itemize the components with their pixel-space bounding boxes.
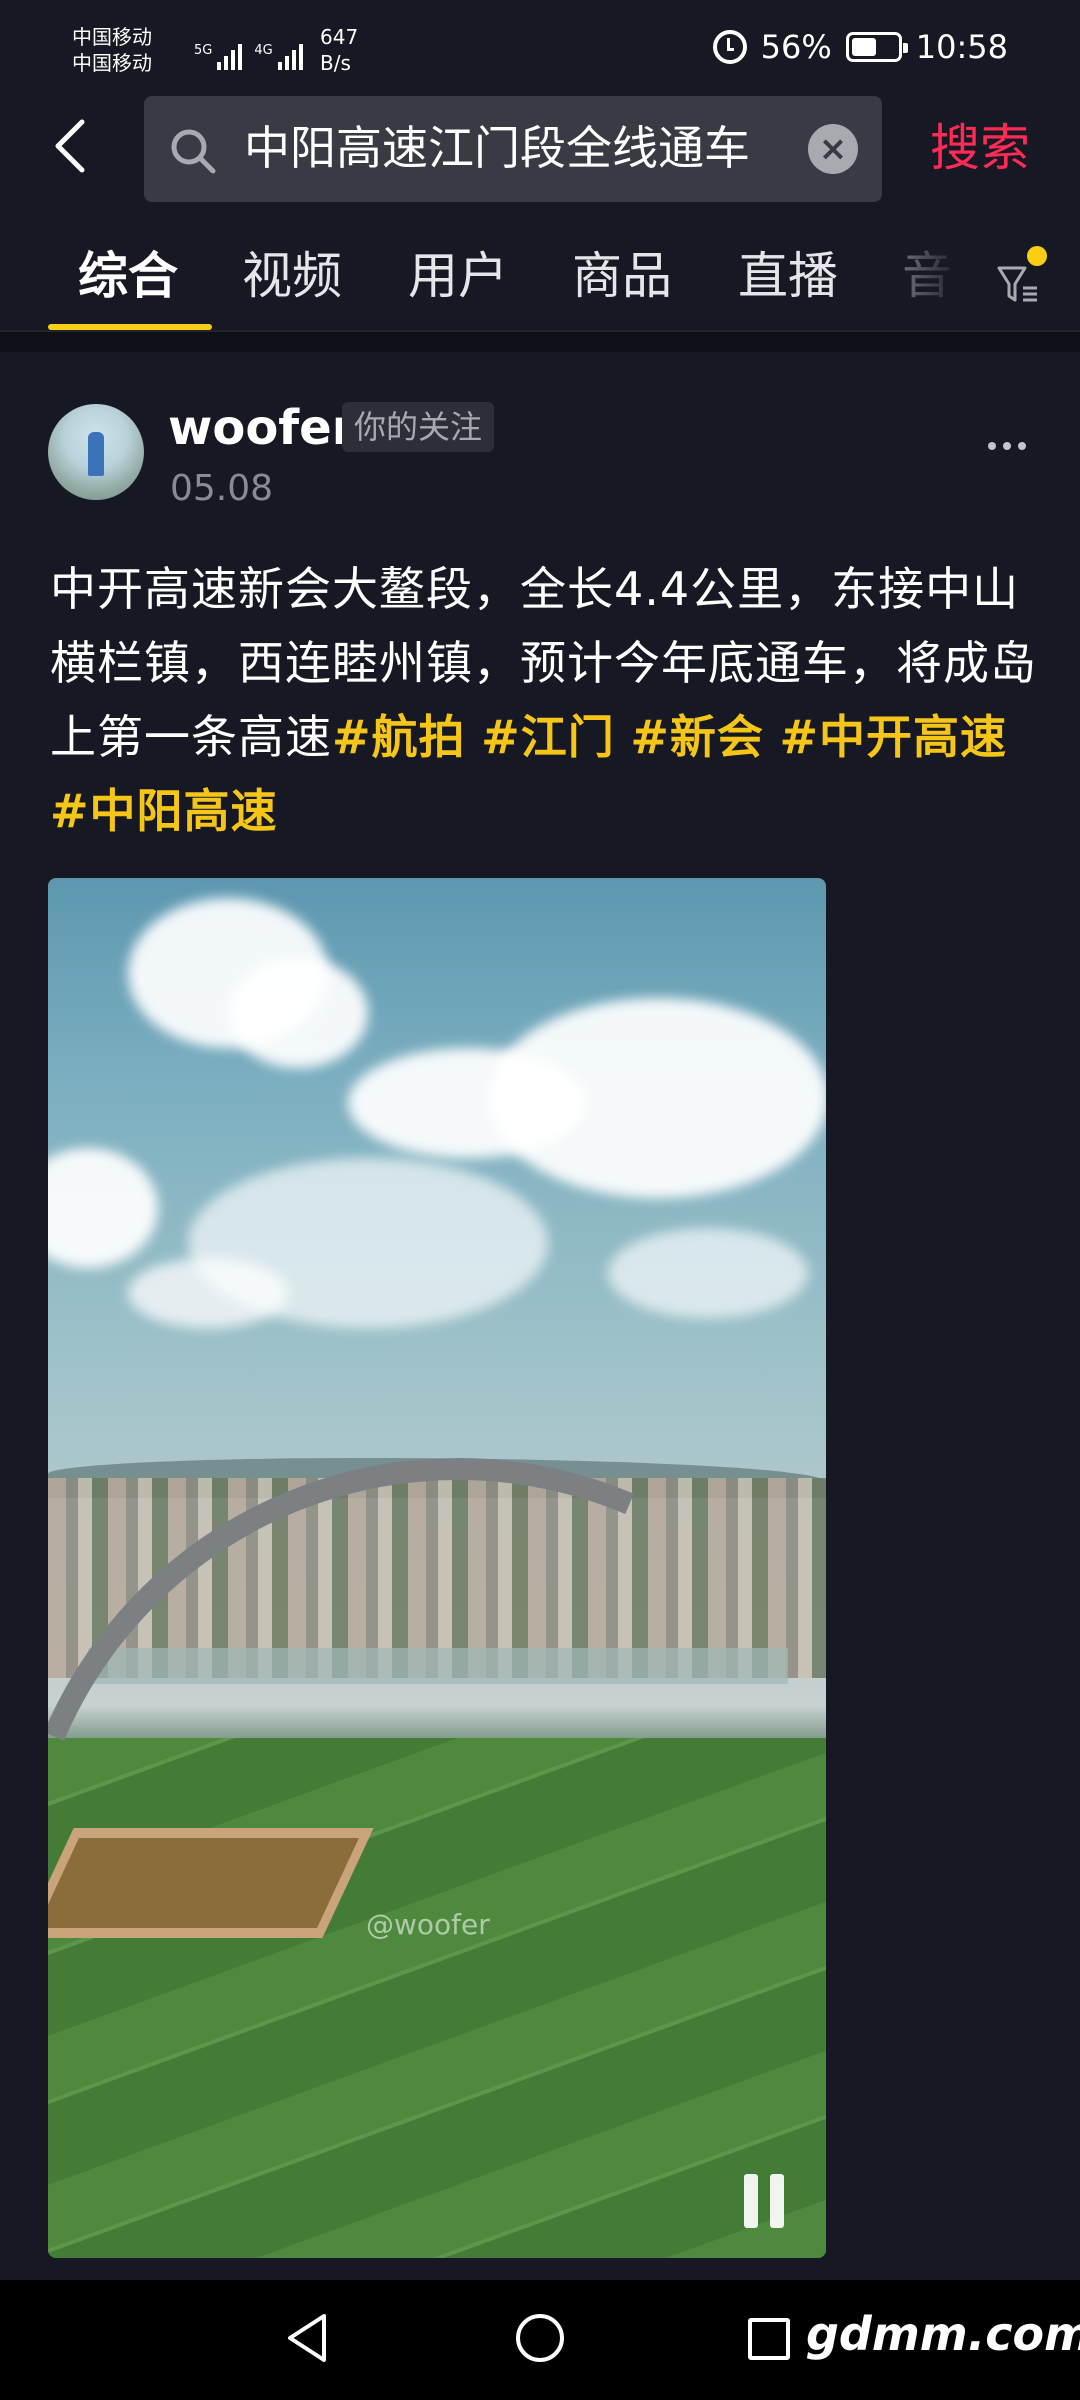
speed-unit: B/s bbox=[320, 51, 351, 75]
back-icon bbox=[55, 119, 85, 173]
carrier-2: 中国移动 bbox=[72, 51, 152, 75]
pause-button[interactable] bbox=[744, 2174, 794, 2228]
filter-notification-dot bbox=[1027, 246, 1047, 266]
tab-comprehensive[interactable]: 综合 bbox=[78, 236, 178, 316]
follow-badge: 你的关注 bbox=[342, 402, 495, 452]
tab-video[interactable]: 视频 bbox=[242, 236, 342, 316]
search-input[interactable]: 中阳高速江门段全线通车 bbox=[244, 118, 804, 178]
signal-5g-icon: 5G bbox=[194, 43, 243, 70]
nav-home-icon[interactable] bbox=[516, 2314, 564, 2362]
signal-icons: 5G 4G bbox=[194, 30, 303, 70]
avatar[interactable] bbox=[48, 404, 144, 500]
section-divider bbox=[0, 332, 1080, 352]
search-button[interactable]: 搜索 bbox=[930, 118, 1030, 178]
tab-products[interactable]: 商品 bbox=[572, 236, 672, 316]
tab-live[interactable]: 直播 bbox=[738, 236, 838, 316]
back-button[interactable] bbox=[40, 116, 100, 176]
clear-button[interactable]: × bbox=[808, 124, 858, 174]
hashtag-zhongyang[interactable]: #中阳高速 bbox=[50, 784, 278, 838]
nav-recent-icon[interactable] bbox=[748, 2318, 790, 2360]
search-header: 中阳高速江门段全线通车 × 搜索 bbox=[0, 96, 1080, 206]
carrier-info: 中国移动 中国移动 bbox=[72, 24, 152, 76]
network-speed: 647 B/s bbox=[320, 24, 358, 76]
filter-button[interactable] bbox=[995, 246, 1055, 316]
carrier-1: 中国移动 bbox=[72, 25, 152, 49]
post-caption: 中开高速新会大鳌段，全长4.4公里，东接中山横栏镇，西连睦州镇，预计今年底通车，… bbox=[50, 552, 1040, 848]
system-nav-bar: gdmm.com bbox=[0, 2280, 1080, 2400]
status-bar: 中国移动 中国移动 5G 4G 647 B/s 56% 10:58 bbox=[0, 0, 1080, 96]
post-date: 05.08 bbox=[170, 468, 274, 509]
tab-users[interactable]: 用户 bbox=[408, 236, 508, 316]
result-tabs: 综合 视频 用户 商品 直播 音 bbox=[0, 236, 1080, 332]
battery-percent: 56% bbox=[760, 28, 832, 66]
clock: 10:58 bbox=[915, 28, 1008, 66]
username[interactable]: woofer bbox=[168, 398, 355, 458]
search-box[interactable]: 中阳高速江门段全线通车 × bbox=[144, 96, 882, 202]
hashtag-zhongkai[interactable]: #中开高速 bbox=[780, 710, 1008, 764]
pause-icon bbox=[744, 2174, 758, 2228]
alarm-icon bbox=[712, 30, 747, 64]
hashtag-jiangmen[interactable]: #江门 bbox=[481, 710, 615, 764]
speed-value: 647 bbox=[320, 25, 359, 49]
site-watermark: gdmm.com bbox=[806, 2307, 1080, 2361]
search-icon bbox=[171, 129, 216, 174]
status-right: 56% 10:58 bbox=[712, 28, 1008, 66]
network-type-1: 5G bbox=[194, 43, 213, 58]
more-button[interactable] bbox=[988, 442, 1026, 450]
video-player[interactable]: @woofer bbox=[48, 878, 826, 2258]
signal-4g-icon: 4G bbox=[254, 43, 303, 70]
network-type-2: 4G bbox=[254, 43, 273, 58]
more-icon bbox=[988, 442, 996, 450]
hashtag-xinhui[interactable]: #新会 bbox=[630, 710, 764, 764]
tabs-fade bbox=[880, 236, 1000, 326]
video-watermark: @woofer bbox=[366, 1908, 490, 1941]
hashtag-aerial[interactable]: #航拍 bbox=[332, 710, 466, 764]
battery-icon bbox=[845, 32, 908, 62]
clear-icon: × bbox=[818, 129, 848, 169]
active-tab-indicator bbox=[48, 324, 212, 330]
nav-back-icon[interactable] bbox=[282, 2310, 332, 2366]
